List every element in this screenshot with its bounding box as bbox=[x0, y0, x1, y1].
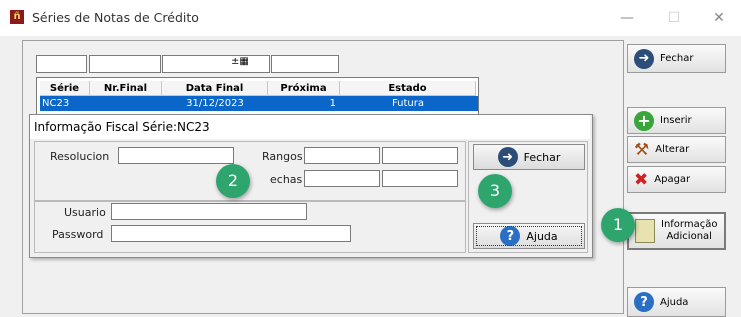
password-label: Password bbox=[52, 228, 104, 241]
alterar-label: Alterar bbox=[655, 144, 690, 155]
delete-x-icon: ✖ bbox=[634, 169, 649, 190]
col-header-serie[interactable]: Série bbox=[40, 81, 90, 96]
title-bar: ñ Séries de Notas de Crédito — ☐ ✕ bbox=[0, 0, 741, 36]
ajuda-button[interactable]: ? Ajuda bbox=[627, 287, 726, 317]
col-header-nrfinal[interactable]: Nr.Final bbox=[90, 81, 162, 96]
cell-nrfinal bbox=[90, 96, 162, 111]
cell-proxima: 1 bbox=[329, 98, 336, 109]
usuario-label: Usuario bbox=[64, 206, 106, 219]
rangos-label: Rangos bbox=[262, 150, 303, 163]
arrow-right-icon: ➜ bbox=[497, 147, 518, 167]
plus-icon: + bbox=[634, 110, 654, 131]
ajuda-label: Ajuda bbox=[660, 296, 689, 308]
fechas-label: echas bbox=[270, 173, 303, 186]
cell-datafinal: 31/12/2023 bbox=[186, 98, 244, 109]
panel-ajuda-button[interactable]: ? Ajuda bbox=[473, 223, 585, 249]
col-header-datafinal[interactable]: Data Final bbox=[162, 81, 268, 96]
resolucion-input[interactable] bbox=[118, 147, 234, 164]
fecha-from-input[interactable] bbox=[304, 170, 380, 187]
callout-badge-1: 1 bbox=[601, 208, 635, 242]
callout-badge-3: 3 bbox=[478, 174, 512, 208]
info-label-line1: Informação bbox=[661, 219, 718, 230]
maximize-button[interactable]: ☐ bbox=[657, 6, 691, 30]
arrow-right-icon: ➜ bbox=[634, 48, 654, 69]
help-icon: ? bbox=[634, 292, 654, 312]
close-button[interactable]: ✕ bbox=[702, 6, 736, 30]
rango-to-input[interactable] bbox=[382, 147, 458, 164]
password-input[interactable] bbox=[111, 225, 351, 242]
document-info-icon bbox=[635, 219, 655, 243]
app-icon: ñ bbox=[10, 10, 24, 24]
calendar-icon[interactable]: ±▦ bbox=[231, 56, 265, 72]
usuario-input[interactable] bbox=[111, 203, 307, 220]
series-grid[interactable]: Série Nr.Final Data Final Próxima Estado… bbox=[36, 77, 479, 119]
fechar-button[interactable]: ➜ Fechar bbox=[627, 44, 726, 73]
panel-title: Informação Fiscal Série:NC23 bbox=[30, 115, 590, 139]
minimize-button[interactable]: — bbox=[610, 6, 644, 30]
filter-proxima-input[interactable] bbox=[271, 55, 339, 73]
filter-serie-input[interactable] bbox=[36, 55, 87, 73]
panel-fechar-label: Fechar bbox=[523, 150, 561, 164]
apagar-button[interactable]: ✖ Apagar bbox=[627, 166, 726, 193]
cell-estado: Futura bbox=[391, 98, 425, 109]
rango-from-input[interactable] bbox=[304, 147, 380, 164]
inserir-label: Inserir bbox=[660, 115, 692, 126]
callout-badge-2: 2 bbox=[216, 164, 250, 198]
informacao-adicional-button[interactable]: Informação Adicional bbox=[627, 212, 726, 250]
window-title: Séries de Notas de Crédito bbox=[32, 10, 199, 25]
apagar-label: Apagar bbox=[654, 174, 691, 185]
panel-ajuda-label: Ajuda bbox=[526, 229, 558, 243]
panel-fechar-button[interactable]: ➜ Fechar bbox=[473, 144, 585, 170]
resolucion-label: Resolucion bbox=[50, 150, 110, 163]
cell-serie: NC23 bbox=[42, 98, 70, 109]
help-icon: ? bbox=[500, 226, 521, 246]
filter-nrfinal-input[interactable] bbox=[89, 55, 161, 73]
inserir-button[interactable]: + Inserir bbox=[627, 107, 726, 134]
fechar-label: Fechar bbox=[660, 53, 694, 64]
info-label-line2: Adicional bbox=[666, 231, 712, 242]
alterar-button[interactable]: ⚒ Alterar bbox=[627, 136, 726, 163]
fecha-to-input[interactable] bbox=[382, 170, 458, 187]
col-header-proxima[interactable]: Próxima bbox=[268, 81, 340, 96]
hammer-icon: ⚒ bbox=[634, 139, 650, 160]
col-header-estado[interactable]: Estado bbox=[340, 81, 476, 96]
